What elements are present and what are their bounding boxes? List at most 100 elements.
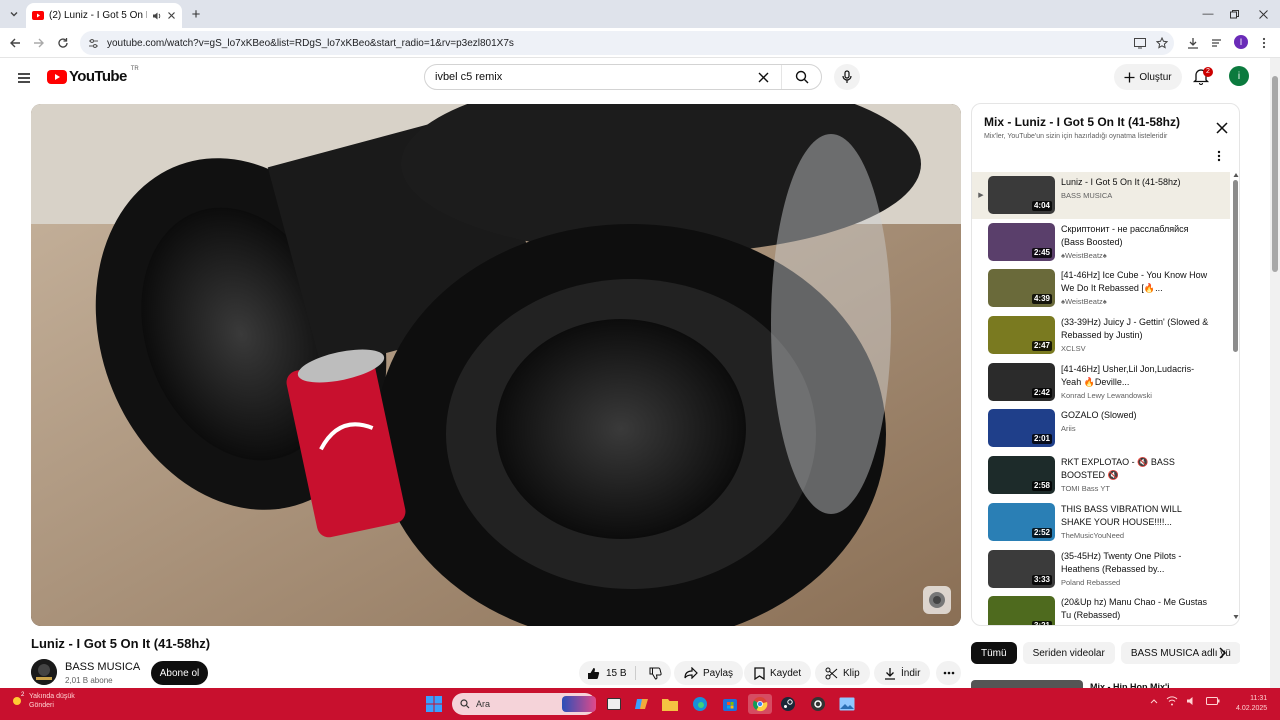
playlist-item-thumbnail[interactable]: 4:39: [988, 269, 1055, 308]
playlist-item[interactable]: 4:39 [41-46Hz] Ice Cube - You Know How We…: [972, 265, 1230, 312]
playlist-scrollbar[interactable]: [1233, 172, 1239, 620]
account-avatar[interactable]: i: [1229, 66, 1249, 86]
restore-icon[interactable]: [1226, 6, 1242, 22]
playlist-item-title[interactable]: GOZALO (Slowed): [1061, 409, 1211, 422]
windows-start-icon[interactable]: [426, 696, 442, 712]
forward-icon[interactable]: [31, 35, 47, 51]
search-box[interactable]: ivbel c5 remix: [424, 64, 822, 90]
chrome-icon[interactable]: [748, 694, 772, 714]
reload-icon[interactable]: [55, 35, 71, 51]
taskbar-search[interactable]: Ara: [452, 693, 596, 715]
network-icon[interactable]: [1166, 696, 1178, 706]
page-scrollbar-thumb[interactable]: [1272, 76, 1278, 272]
copilot-icon[interactable]: [632, 694, 652, 714]
playlist-item[interactable]: 2:47 (33-39Hz) Juicy J - Gettin' (Slowed …: [972, 312, 1230, 359]
menu-icon[interactable]: [16, 70, 32, 86]
steam-icon[interactable]: [778, 694, 798, 714]
playlist-item-title[interactable]: RKT EXPLOTAO - 🔇 BASS BOOSTED 🔇: [1061, 456, 1211, 482]
playlist-item-title[interactable]: Luniz - I Got 5 On It (41-58hz): [1061, 176, 1211, 189]
store-icon[interactable]: [720, 694, 740, 714]
chip-all[interactable]: Tümü: [971, 642, 1017, 664]
reading-list-icon[interactable]: [1209, 35, 1225, 51]
battery-icon[interactable]: [1206, 697, 1220, 705]
playlist-item-thumbnail[interactable]: 2:45: [988, 222, 1055, 261]
file-explorer-icon[interactable]: [660, 694, 680, 714]
clip-button[interactable]: Klip: [815, 661, 870, 685]
playlist-item-thumbnail[interactable]: 3:33: [988, 549, 1055, 588]
voice-search-mic-icon[interactable]: [834, 64, 860, 90]
url-input[interactable]: youtube.com/watch?v=gS_lo7xKBeo&list=RDg…: [80, 31, 1174, 55]
create-label: Oluştur: [1139, 71, 1172, 83]
photos-icon[interactable]: [837, 694, 857, 714]
more-actions-button[interactable]: [936, 661, 961, 685]
browser-tab[interactable]: (2) Luniz - I Got 5 On It (41-: [26, 3, 182, 28]
subscribe-button[interactable]: Abone ol: [151, 661, 208, 685]
playlist-item-thumbnail[interactable]: 2:52: [988, 502, 1055, 541]
playlist-item[interactable]: 3:21 (20&Up hz) Manu Chao - Me Gustas Tu …: [972, 592, 1230, 625]
playlist-item-thumbnail[interactable]: 2:01: [988, 409, 1055, 448]
taskbar-clock[interactable]: 11:31 4.02.2025: [1236, 694, 1267, 714]
download-button[interactable]: İndir: [874, 661, 931, 685]
playlist-item[interactable]: 2:52 THIS BASS VIBRATION WILL SHAKE YOUR …: [972, 499, 1230, 546]
site-info-icon[interactable]: [88, 38, 99, 49]
playlist-item-index: [972, 219, 988, 266]
volume-icon[interactable]: [1186, 696, 1198, 706]
search-button[interactable]: [781, 65, 821, 89]
cast-icon[interactable]: [1134, 37, 1146, 49]
playlist-item[interactable]: ▶ 4:04 Luniz - I Got 5 On It (41-58hz) BASS…: [972, 172, 1230, 219]
search-input[interactable]: ivbel c5 remix: [435, 71, 753, 83]
download-icon[interactable]: [1185, 35, 1201, 51]
tab-close-icon[interactable]: [167, 11, 176, 20]
playlist-item-title[interactable]: (33-39Hz) Juicy J - Gettin' (Slowed & Re…: [1061, 316, 1211, 342]
playlist-item-title[interactable]: [41-46Hz] Ice Cube - You Know How We Do …: [1061, 269, 1211, 295]
youtube-logo[interactable]: YouTube TR: [47, 66, 139, 85]
playlist-item-thumbnail[interactable]: 4:04: [988, 176, 1055, 214]
share-button[interactable]: Paylaş: [674, 661, 744, 685]
playlist-item-thumbnail[interactable]: 3:21: [988, 596, 1055, 625]
channel-name[interactable]: BASS MUSICA: [65, 661, 140, 673]
app-icon[interactable]: [808, 694, 828, 714]
tab-audio-icon[interactable]: [152, 11, 162, 21]
browser-menu-icon[interactable]: [1256, 35, 1272, 51]
search-highlight-image: [562, 696, 596, 712]
playlist-item-title[interactable]: Скриптонит - не расслабляйся (Bass Boost…: [1061, 223, 1211, 249]
browser-profile-avatar[interactable]: I: [1234, 35, 1248, 49]
bookmark-star-icon[interactable]: [1156, 37, 1168, 49]
back-icon[interactable]: [7, 35, 23, 51]
playlist-scrollbar-thumb[interactable]: [1233, 180, 1238, 352]
video-player[interactable]: [31, 104, 961, 626]
create-button[interactable]: Oluştur: [1114, 64, 1182, 90]
dislike-button[interactable]: [641, 667, 662, 680]
playlist-item-title[interactable]: (20&Up hz) Manu Chao - Me Gustas Tu (Reb…: [1061, 596, 1211, 622]
playlist-item[interactable]: 2:42 [41-46Hz] Usher,Lil Jon,Ludacris-Yea…: [972, 359, 1230, 406]
playlist-more-icon[interactable]: [1217, 150, 1227, 164]
task-view-icon[interactable]: [604, 694, 624, 714]
playlist-item[interactable]: 2:58 RKT EXPLOTAO - 🔇 BASS BOOSTED 🔇 TOMI …: [972, 452, 1230, 499]
channel-avatar[interactable]: [31, 659, 57, 685]
chevron-right-icon[interactable]: [1214, 645, 1230, 661]
playlist-item-title[interactable]: (35-45Hz) Twenty One Pilots - Heathens (…: [1061, 550, 1211, 576]
like-button[interactable]: 15 B: [579, 666, 636, 680]
save-button[interactable]: Kaydet: [744, 661, 812, 685]
page-scrollbar[interactable]: [1270, 58, 1280, 688]
duration-badge: 3:33: [1031, 574, 1052, 585]
playlist-item[interactable]: 3:33 (35-45Hz) Twenty One Pilots - Heathe…: [972, 546, 1230, 593]
playlist-item-title[interactable]: THIS BASS VIBRATION WILL SHAKE YOUR HOUS…: [1061, 503, 1211, 529]
tray-chevron-icon[interactable]: [1150, 698, 1158, 704]
playlist-item[interactable]: 2:45 Скриптонит - не расслабляйся (Bass B…: [972, 219, 1230, 266]
miniplayer-bubble-icon[interactable]: [923, 586, 951, 614]
chip-series[interactable]: Seriden videolar: [1022, 642, 1115, 664]
playlist-item[interactable]: 2:01 GOZALO (Slowed) Ariis: [972, 405, 1230, 452]
new-tab-button[interactable]: +: [188, 6, 204, 23]
playlist-item-thumbnail[interactable]: 2:42: [988, 362, 1055, 401]
playlist-item-thumbnail[interactable]: 2:47: [988, 316, 1055, 355]
clear-search-icon[interactable]: [753, 72, 773, 83]
edge-browser-icon[interactable]: [690, 694, 710, 714]
tab-search-icon[interactable]: [6, 6, 22, 22]
window-close-icon[interactable]: [1255, 6, 1271, 22]
minimize-icon[interactable]: —: [1200, 6, 1216, 22]
weather-widget[interactable]: 2 Yakında düşük Gönderi: [10, 692, 75, 710]
playlist-item-thumbnail[interactable]: 2:58: [988, 456, 1055, 495]
playlist-item-title[interactable]: [41-46Hz] Usher,Lil Jon,Ludacris-Yeah 🔥D…: [1061, 363, 1211, 389]
close-playlist-icon[interactable]: [1215, 121, 1229, 135]
